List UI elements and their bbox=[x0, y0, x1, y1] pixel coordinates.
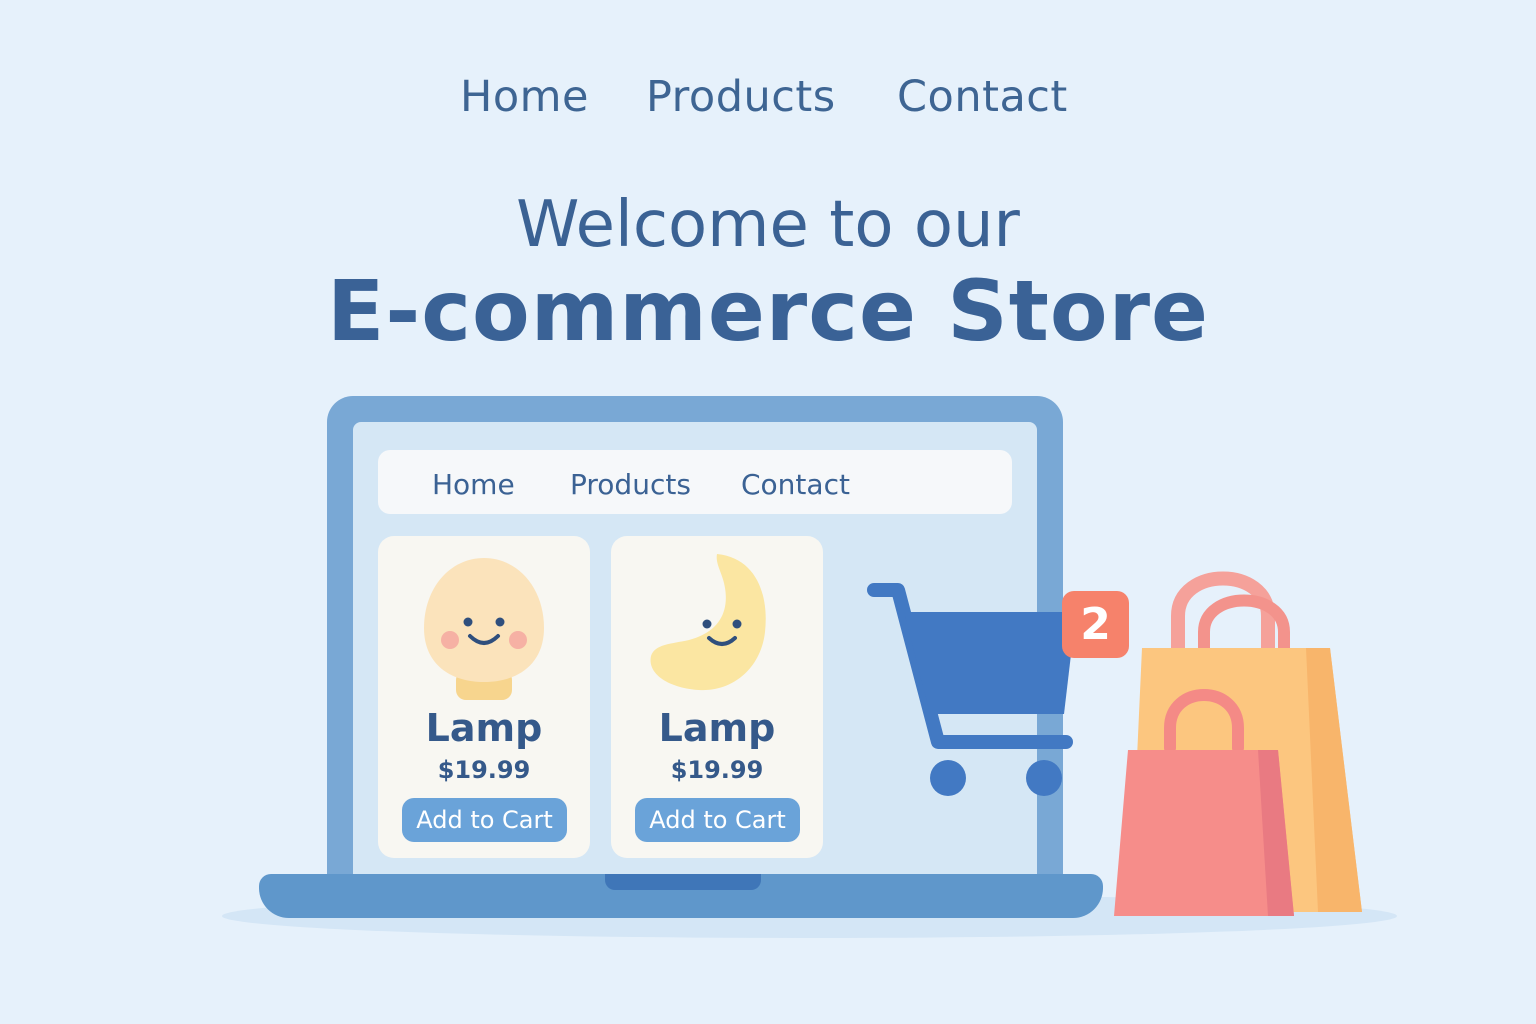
product-name: Lamp bbox=[425, 706, 543, 750]
shopping-bags-icon bbox=[1114, 571, 1362, 916]
shopping-cart-icon[interactable] bbox=[864, 576, 1080, 802]
moon-icon bbox=[650, 554, 766, 691]
product-price: $19.99 bbox=[670, 756, 764, 784]
top-nav-products[interactable]: Products bbox=[646, 72, 836, 122]
add-to-cart-button[interactable]: Add to Cart bbox=[402, 798, 567, 842]
laptop-nav-home[interactable]: Home bbox=[432, 468, 515, 501]
hero-store-title: E-commerce Store bbox=[327, 262, 1209, 360]
top-nav-home[interactable]: Home bbox=[460, 72, 589, 122]
laptop-nav: Home Products Contact bbox=[378, 450, 1012, 514]
laptop-nav-contact[interactable]: Contact bbox=[741, 468, 850, 501]
product-name: Lamp bbox=[658, 706, 776, 750]
product-price: $19.99 bbox=[437, 756, 531, 784]
product-card-2: Lamp $19.99 Add to Cart bbox=[611, 536, 823, 858]
top-nav: Home Products Contact bbox=[0, 72, 1536, 132]
add-to-cart-button[interactable]: Add to Cart bbox=[635, 798, 800, 842]
laptop-nav-products[interactable]: Products bbox=[570, 468, 691, 501]
bulb-icon bbox=[424, 558, 544, 700]
hero-welcome-text: Welcome to our bbox=[516, 188, 1020, 262]
top-nav-contact[interactable]: Contact bbox=[897, 72, 1068, 122]
laptop-notch bbox=[605, 874, 761, 890]
product-card-1: Lamp $19.99 Add to Cart bbox=[378, 536, 590, 858]
